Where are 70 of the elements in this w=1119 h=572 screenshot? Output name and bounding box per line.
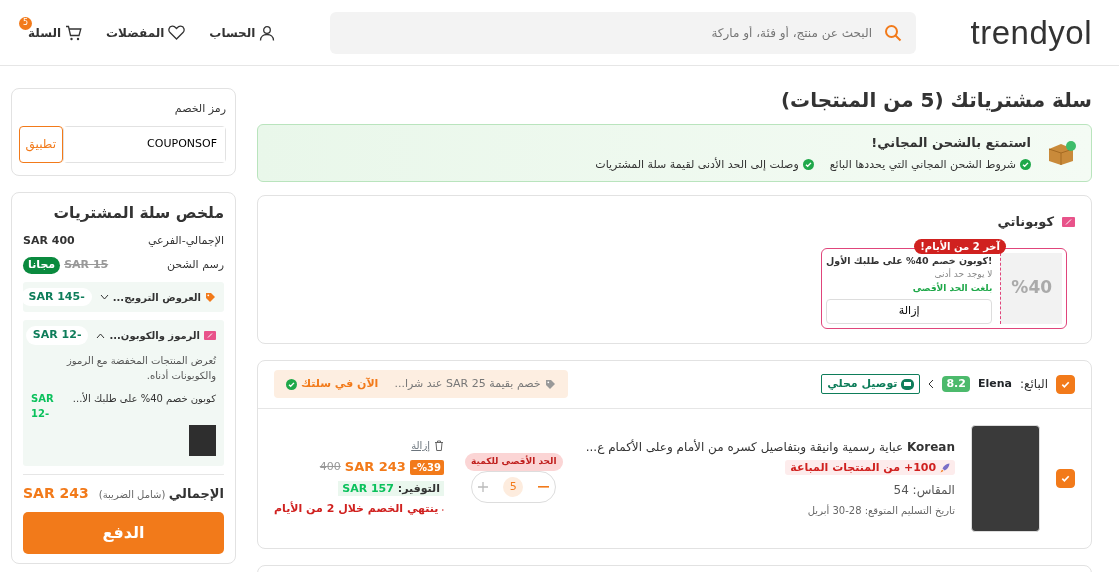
delivery-date: تاريخ التسليم المتوقع: 28-30 أبريل (806, 503, 955, 518)
plus-icon (478, 482, 489, 493)
discount-amount: SAR 12- (25, 326, 89, 345)
discount-amount: SAR 145- (21, 287, 92, 307)
shipping-label: رسم الشحن (166, 257, 224, 274)
coupon-line-text: كوبون خصم 40% على طلبك الأ... (72, 391, 216, 407)
coupon-limit: بلغت الحد الأقصى (911, 281, 993, 295)
chevron-icon (928, 379, 935, 389)
subtotal-value: SAR 400 (23, 232, 75, 249)
subtotal-label: الإجمالي-الفرعي (147, 232, 224, 249)
heart-icon (168, 25, 186, 40)
coupon-title: !كوبون خصم 40% على طلبك الأول (826, 253, 993, 268)
seller-name[interactable]: Elena (977, 375, 1012, 393)
expiry-text: ينتهي الخصم خلال 2 من الأيام (274, 501, 439, 518)
trash-icon (434, 440, 444, 452)
favorites-link[interactable]: المفضلات (106, 23, 186, 42)
free-badge: مجانا (23, 257, 61, 274)
quantity-limit-badge: الحد الأقصى للكمية (465, 453, 563, 471)
chevron-up-icon[interactable] (96, 332, 106, 339)
box-icon (1047, 140, 1077, 166)
shipping-old-price: SAR 15 (64, 257, 109, 274)
expiry-badge: آخر 2 من الأيام! (914, 238, 1006, 254)
local-delivery-badge: توصيل محلي (821, 373, 921, 395)
logo[interactable]: trendyol (970, 7, 1092, 58)
search-icon (884, 23, 902, 42)
coupon-minimum: لا يوجد حد أدنى (933, 268, 993, 281)
cart-icon (65, 24, 83, 41)
promo-text: خصم بقيمة 25 SAR عند شرا... (394, 375, 541, 392)
price: SAR 243 (344, 458, 406, 477)
section-title: كوبوناتي (997, 213, 1054, 231)
person-icon (259, 24, 276, 41)
minus-icon (538, 486, 550, 489)
condition-text: شروط الشحن المجاني التي يحددها البائع (829, 156, 1016, 173)
discount-badge: %39- (409, 459, 444, 475)
van-icon (901, 378, 915, 390)
field-label: رمز الخصم (173, 101, 226, 117)
total-value: SAR 243 (23, 483, 89, 503)
chevron-down-icon[interactable] (99, 294, 109, 300)
promo-status: الآن في سلتك (301, 375, 379, 392)
group-label: العروض الترويج... (112, 290, 201, 305)
total-label: الإجمالي (168, 485, 224, 501)
remove-button[interactable]: إزالة (826, 299, 993, 324)
old-price: 400 (319, 458, 341, 475)
check-circle-icon (286, 378, 297, 390)
condition-text: وصلت إلى الحد الأدنى لقيمة سلة المشتريات (595, 156, 799, 173)
sold-badge: 100+ من المنتجات المباعة (785, 460, 955, 476)
item-checkbox[interactable] (1056, 468, 1075, 488)
tag-icon (544, 378, 556, 390)
summary-title: ملخص سلة المشتريات (52, 202, 224, 224)
rocket-icon (939, 463, 950, 474)
seller-checkbox[interactable] (1056, 374, 1075, 394)
cart-count-badge: 5 (19, 16, 32, 30)
quantity-value: 5 (503, 476, 524, 497)
remove-link[interactable]: إزالة (274, 438, 444, 454)
seller-label: البائع: (1019, 376, 1048, 393)
photo-placeholder (189, 424, 216, 456)
seller-rating: 8.2 (942, 375, 970, 393)
banner-title: استمتع بالشحن المجاني! (870, 134, 1031, 152)
size-text: المقاس: 54 (892, 481, 955, 499)
coupon-icon (1062, 216, 1075, 227)
group-note: تُعرض المنتجات المخفضة مع الرموز والكوبونات أدناه. (65, 353, 216, 383)
tag-icon (205, 291, 216, 303)
page-title: سلة مشترياتك (5 من المنتجات) (779, 88, 1092, 112)
coupon-value: %40 (1000, 252, 1062, 324)
coupon-icon (204, 331, 216, 340)
tax-note: (شامل الضريبة) (98, 488, 166, 500)
coupon-code-field[interactable]: COUPONSOF (63, 125, 226, 163)
group-label: الرموز والكوبون... (109, 329, 200, 343)
account-link[interactable]: الحساب (209, 23, 276, 42)
coupon-line-amount: SAR 12- (31, 391, 55, 421)
